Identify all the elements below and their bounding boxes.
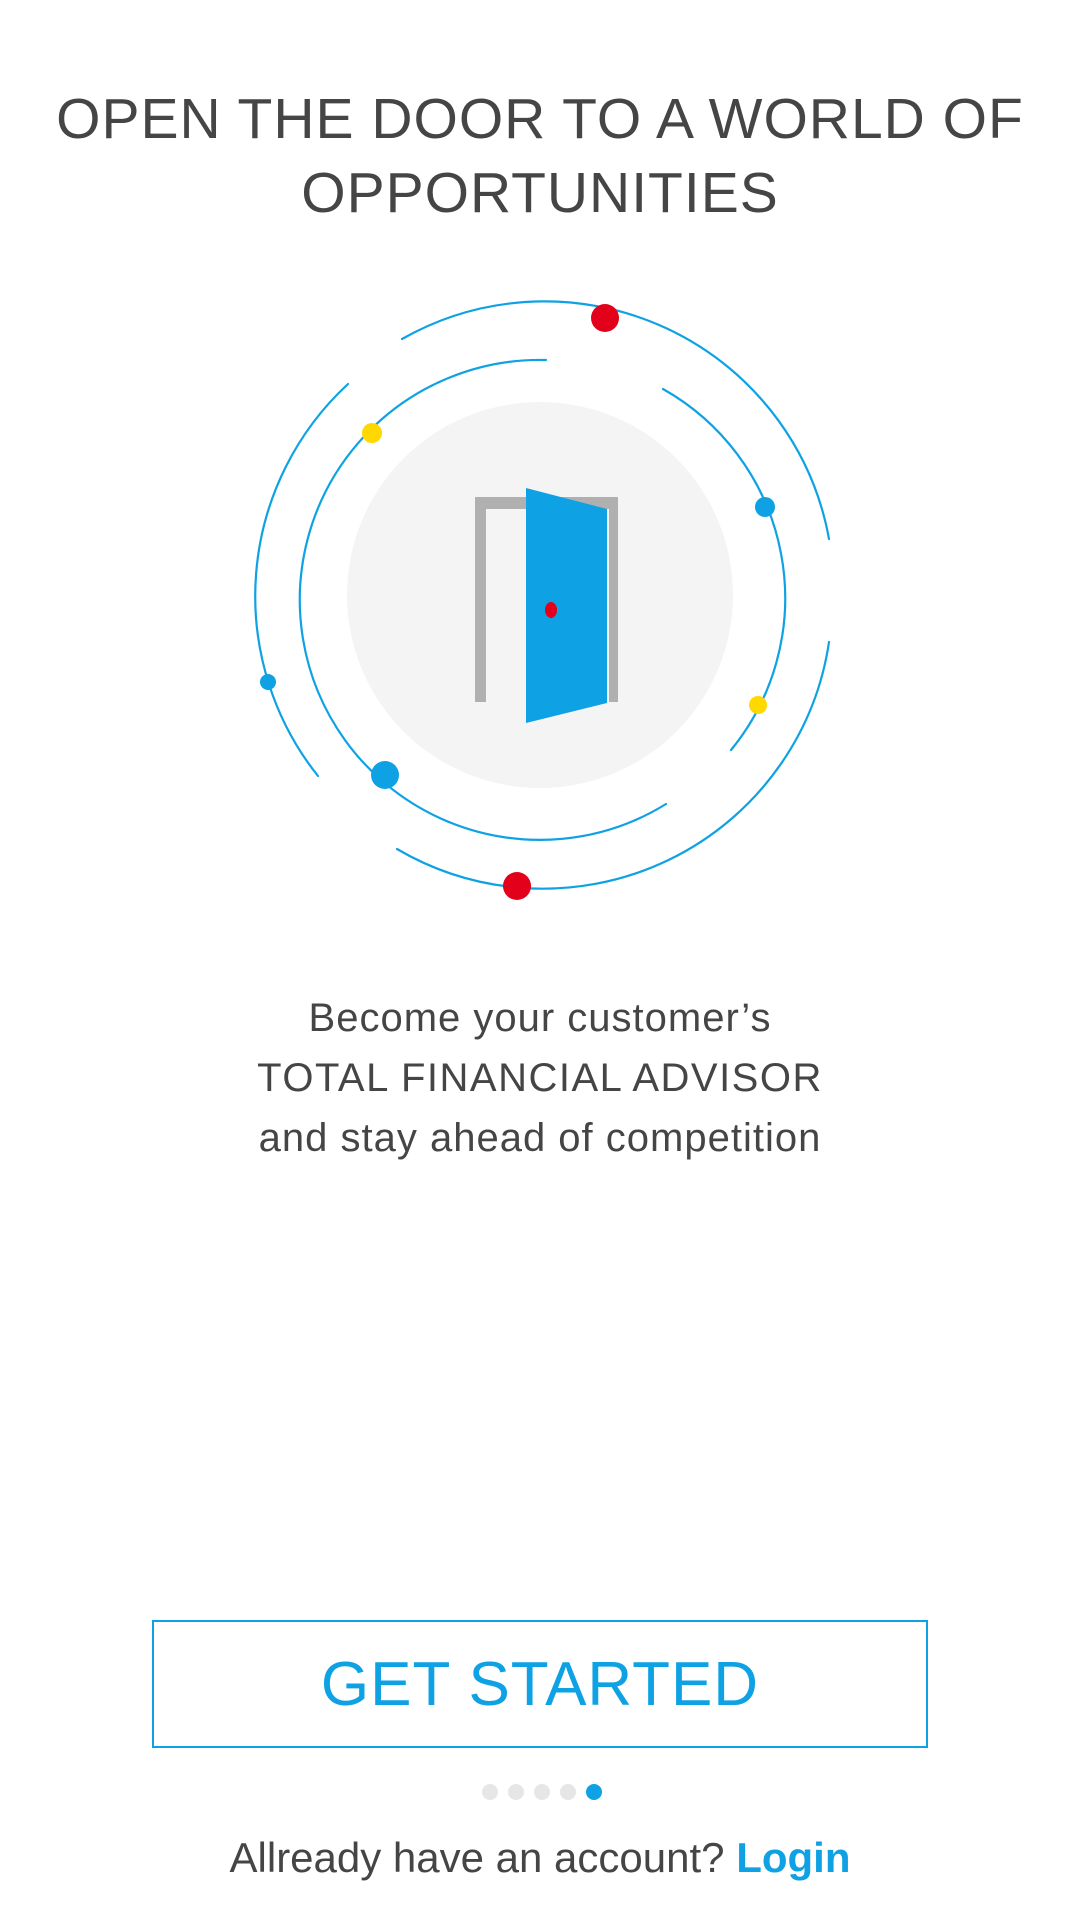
tagline-line-2: TOTAL FINANCIAL ADVISOR <box>257 1056 823 1100</box>
page-dot-5[interactable] <box>586 1784 602 1800</box>
yellow-node-left <box>362 423 382 443</box>
page-title: OPEN THE DOOR TO A WORLD OF OPPORTUNITIE… <box>40 82 1040 230</box>
page-title-line-2: OPPORTUNITIES <box>301 161 779 225</box>
tagline: Become your customer’s TOTAL FINANCIAL A… <box>140 988 940 1168</box>
red-node-bottom <box>503 872 531 900</box>
yellow-node-right <box>749 696 767 714</box>
page-title-line-1: OPEN THE DOOR TO A WORLD OF <box>56 87 1024 151</box>
login-link[interactable]: Login <box>736 1834 850 1881</box>
door-illustration-graphic <box>254 300 831 900</box>
blue-node-bottom-left <box>371 761 399 789</box>
page-dot-3[interactable] <box>534 1784 550 1800</box>
page-dot-1[interactable] <box>482 1784 498 1800</box>
page-dot-2[interactable] <box>508 1784 524 1800</box>
door-knob <box>545 602 557 618</box>
door-illustration <box>240 290 840 910</box>
get-started-button[interactable]: GET STARTED <box>152 1620 928 1748</box>
page-dot-4[interactable] <box>560 1784 576 1800</box>
onboarding-screen: OPEN THE DOOR TO A WORLD OF OPPORTUNITIE… <box>0 0 1080 1920</box>
tagline-line-3: and stay ahead of competition <box>258 1116 822 1160</box>
login-prompt-text: Allready have an account? <box>229 1834 725 1881</box>
tagline-line-1: Become your customer’s <box>308 996 772 1040</box>
blue-node-right <box>755 497 775 517</box>
red-node-top <box>591 304 619 332</box>
get-started-label: GET STARTED <box>320 1649 760 1719</box>
door-panel <box>526 488 607 723</box>
page-indicator <box>0 1784 1080 1804</box>
blue-node-left <box>260 674 276 690</box>
login-prompt: Allready have an account? Login <box>0 1830 1080 1886</box>
